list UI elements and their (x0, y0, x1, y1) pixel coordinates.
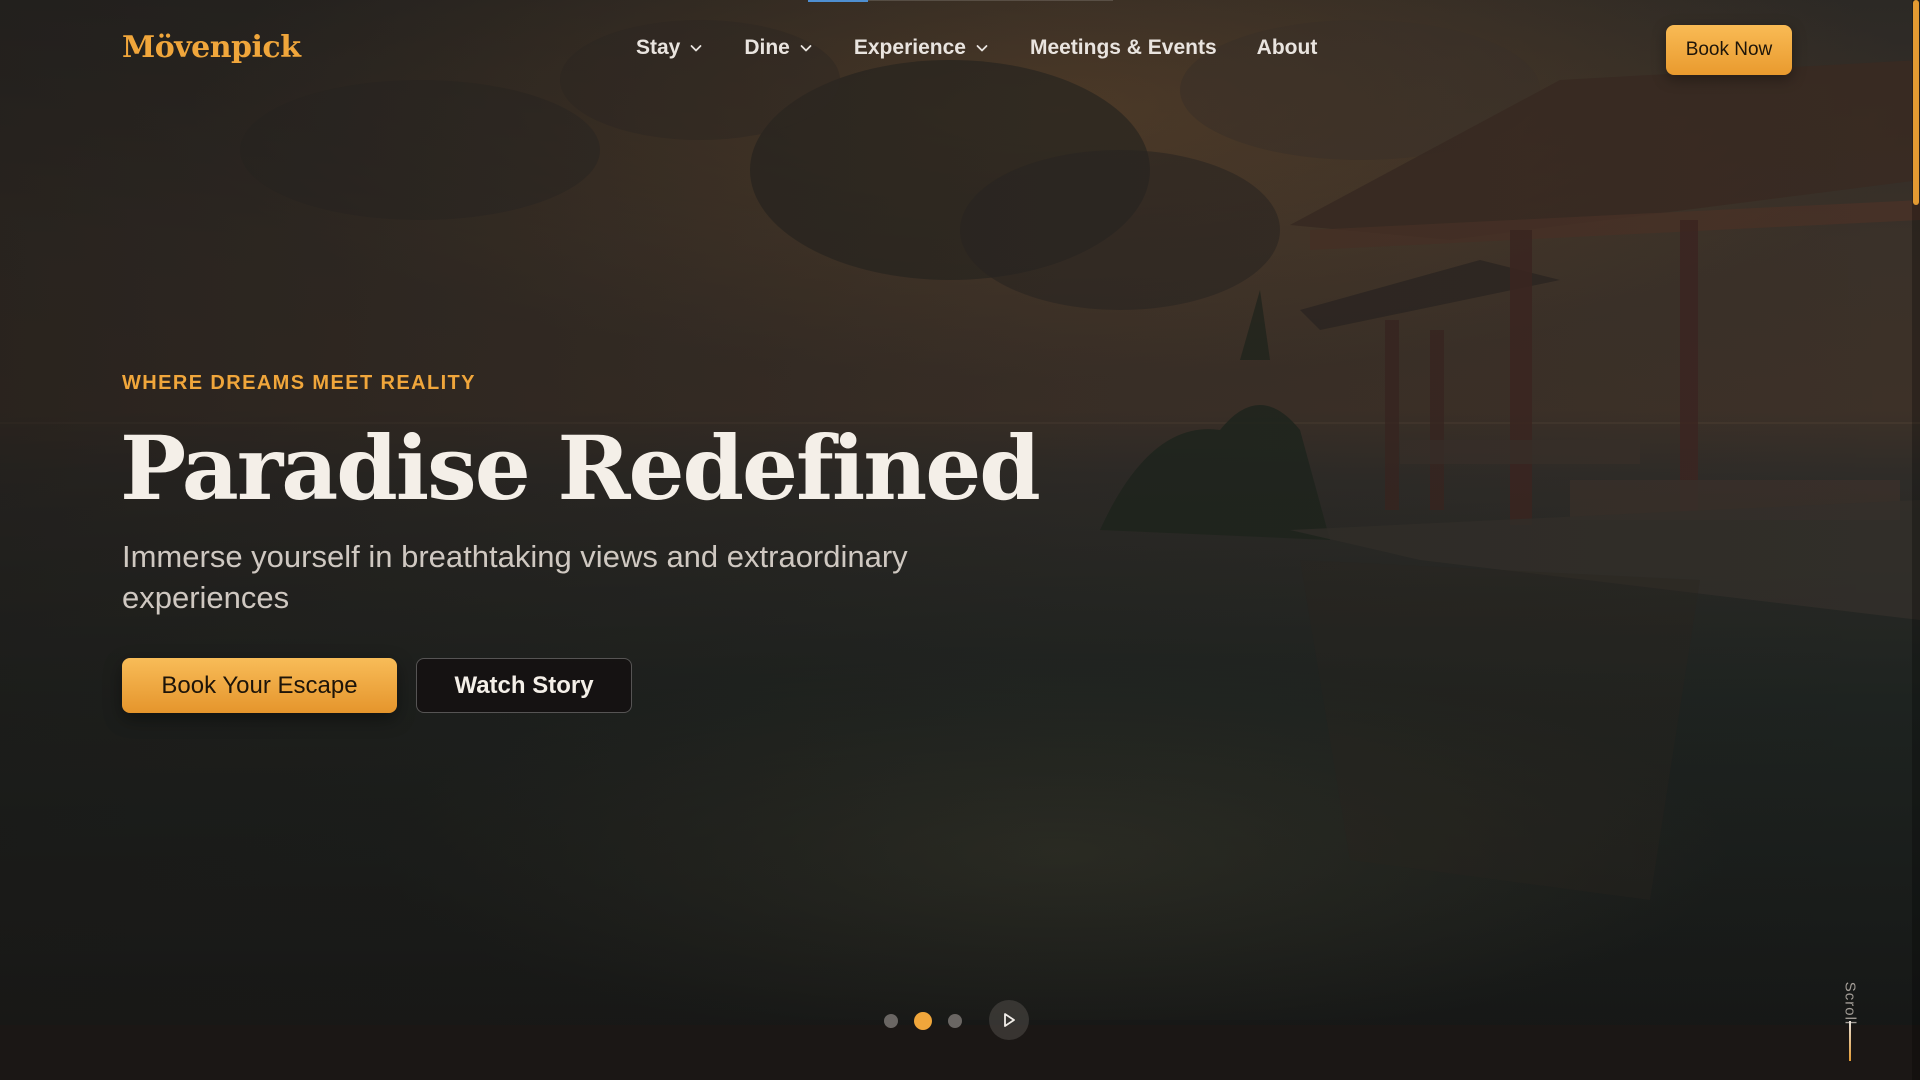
chevron-down-icon (688, 40, 704, 56)
nav-item-label: Dine (744, 36, 790, 59)
book-now-button[interactable]: Book Now (1666, 25, 1792, 75)
book-your-escape-button[interactable]: Book Your Escape (122, 658, 397, 713)
hero-subtitle: Immerse yourself in breathtaking views a… (122, 539, 908, 615)
hero-eyebrow: WHERE DREAMS MEET REALITY (122, 372, 476, 394)
nav-item-about[interactable]: About (1257, 36, 1318, 60)
chevron-down-icon (798, 40, 814, 56)
chevron-down-icon (974, 40, 990, 56)
slider-dot-1[interactable] (884, 1014, 898, 1028)
nav-item-label: About (1256, 36, 1318, 59)
brand-logo[interactable]: Mövenpick (122, 30, 301, 65)
hero-title: Paradise Redefined (120, 416, 1041, 520)
scroll-cue[interactable]: Scroll (1838, 975, 1862, 1061)
nav-item-label: Meetings & Events (1029, 36, 1217, 59)
nav-item-stay[interactable]: Stay (636, 36, 704, 60)
slider-play-button[interactable] (989, 1000, 1029, 1040)
watch-story-button[interactable]: Watch Story (416, 658, 632, 713)
nav-item-experience[interactable]: Experience (854, 36, 990, 60)
nav-links: Stay Dine Experience Meetings & Events A… (636, 36, 1317, 60)
main-navigation: Mövenpick Stay Dine Experience Meetings … (0, 0, 1920, 100)
play-icon (1000, 1011, 1018, 1029)
hero-section: Mövenpick Stay Dine Experience Meetings … (0, 0, 1920, 1080)
slider-dot-2-active[interactable] (914, 1012, 932, 1030)
slider-dots (884, 1012, 978, 1030)
scroll-line (1849, 1021, 1851, 1061)
nav-item-meetings-events[interactable]: Meetings & Events (1030, 36, 1217, 60)
nav-item-dine[interactable]: Dine (744, 36, 814, 60)
slider-dot-3[interactable] (948, 1014, 962, 1028)
nav-item-label: Experience (853, 36, 966, 59)
page-scrollbar[interactable] (1912, 0, 1920, 1080)
nav-item-label: Stay (636, 36, 681, 59)
